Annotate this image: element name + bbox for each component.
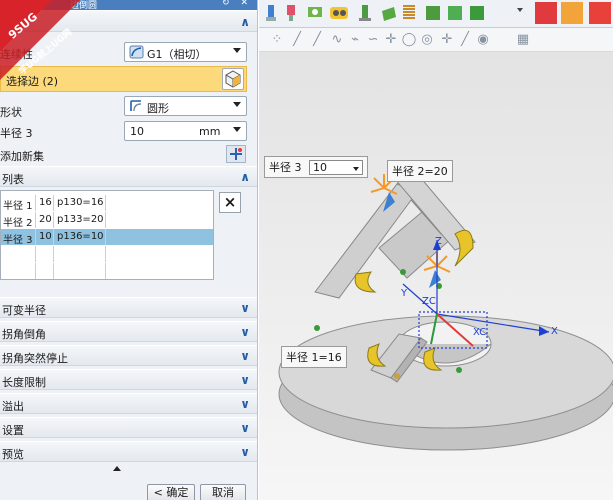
boss-tool-icon[interactable] xyxy=(305,3,325,23)
axis-label-z: Z xyxy=(435,236,442,247)
slash-icon[interactable]: ╱ xyxy=(457,32,473,48)
circular-shape-icon xyxy=(130,100,142,112)
bolt-tool-icon[interactable] xyxy=(281,3,301,23)
axis-label-y: Y xyxy=(401,288,408,299)
line-icon[interactable]: ╱ xyxy=(289,32,305,48)
dialog-window-icons[interactable]: ↻ ✕ xyxy=(222,0,252,8)
chevron-down-icon: ∨ xyxy=(240,349,250,363)
snap-toolbar: ⁘ ╱ ╱ ∿ ⌁ ∽ ✛ ◯ ◎ ✛ ╱ ◉ ▦ xyxy=(259,28,613,52)
body-tool-icon[interactable] xyxy=(467,3,487,23)
curve-icon[interactable]: ∿ xyxy=(329,32,345,48)
collapse-more-arrow-icon[interactable] xyxy=(113,466,121,471)
radius3-callout[interactable]: 半径 3 10 xyxy=(264,156,368,178)
list-item-empty xyxy=(1,246,213,262)
axis-label-zc: ZC xyxy=(422,296,436,307)
extrude-tool-icon[interactable] xyxy=(379,3,399,23)
add-new-set-label: 添加新集 xyxy=(0,150,44,163)
cancel-button[interactable]: 取消 xyxy=(200,484,246,500)
section-stop-short[interactable]: 拐角突然停止 ∨ xyxy=(0,345,257,366)
pocket-tool-icon[interactable] xyxy=(329,3,349,23)
section-length-limit[interactable]: 长度限制 ∨ xyxy=(0,369,257,390)
orange-color-swatch[interactable] xyxy=(561,2,583,24)
chevron-down-icon: ∨ xyxy=(240,445,250,459)
grid-icon[interactable]: ▦ xyxy=(515,32,531,48)
target-icon[interactable]: ◉ xyxy=(475,32,491,48)
chevron-down-icon: ∨ xyxy=(240,397,250,411)
radius-list[interactable]: 半径 1 16 p130=16 半径 2 20 p133=20 半径 3 10 … xyxy=(0,190,214,280)
chevron-up-icon: ∧ xyxy=(240,170,250,184)
dropdown-arrow-icon xyxy=(233,127,241,132)
axis-label-x: X xyxy=(551,326,558,337)
chevron-down-icon: ∨ xyxy=(240,301,250,315)
main-toolbar xyxy=(259,0,613,28)
section-variable-radius[interactable]: 可变半径 ∨ xyxy=(0,297,257,318)
spring-tool-icon[interactable] xyxy=(399,3,419,23)
select-edge-cube-button[interactable] xyxy=(222,68,244,90)
radius3-callout-input[interactable]: 10 xyxy=(309,160,363,175)
shape-dropdown[interactable]: 圆形 xyxy=(124,96,247,116)
list-section-header[interactable]: 列表 ∧ xyxy=(0,166,257,187)
chevron-down-icon: ∨ xyxy=(240,421,250,435)
solid-tool-icon[interactable] xyxy=(423,3,443,23)
shape-label: 形状 xyxy=(0,106,22,119)
model-view xyxy=(278,163,613,451)
red-color-swatch-2[interactable] xyxy=(589,2,611,24)
radius3-input[interactable]: 10 mm xyxy=(124,121,247,141)
delete-radius-button[interactable]: × xyxy=(219,192,241,213)
radius3-value: 10 xyxy=(130,125,144,138)
line-icon-2[interactable]: ╱ xyxy=(309,32,325,48)
chevron-up-icon: ∧ xyxy=(240,15,250,29)
ok-button[interactable]: < 确定 > xyxy=(147,484,195,500)
cross-icon[interactable]: ✛ xyxy=(439,32,455,48)
section-preview[interactable]: 预览 ∨ xyxy=(0,441,257,462)
section-corner-setback[interactable]: 拐角倒角 ∨ xyxy=(0,321,257,342)
cube-icon xyxy=(225,70,241,88)
dropdown-arrow-icon xyxy=(233,102,241,107)
spline-icon[interactable]: ∽ xyxy=(365,32,381,48)
sheet-tool-icon[interactable] xyxy=(445,3,465,23)
pin-tool-icon[interactable] xyxy=(261,3,281,23)
radius2-callout[interactable]: 半径 2=20 xyxy=(387,160,453,182)
circle-icon[interactable]: ◯ xyxy=(401,32,417,48)
red-color-swatch[interactable] xyxy=(535,2,557,24)
add-set-icon xyxy=(230,148,242,160)
list-item[interactable]: 半径 1 16 p130=16 xyxy=(1,195,213,212)
list-item[interactable]: 半径 2 20 p133=20 xyxy=(1,212,213,229)
list-section-label: 列表 xyxy=(2,173,24,186)
sug-watermark-logo: 9SUG 学UG就上UG网 xyxy=(0,0,80,80)
edge-blend-dialog: 边倒圆 ↻ ✕ ∧ 连续性 G1（相切） 选择边 (2) 形状 圆形 xyxy=(0,0,258,500)
list-item-empty xyxy=(1,263,213,279)
tangent-icon xyxy=(129,45,144,59)
list-item-selected[interactable]: 半径 3 10 p136=10 xyxy=(1,229,213,246)
add-new-set-button[interactable] xyxy=(226,145,246,163)
intersect-icon[interactable]: ✛ xyxy=(383,32,399,48)
radius1-callout[interactable]: 半径 1=16 xyxy=(281,346,347,368)
graphics-viewport[interactable]: Z ZC XC X Y 半径 3 10 半径 2=20 半径 1=16 xyxy=(259,52,613,500)
shape-value: 圆形 xyxy=(147,102,169,115)
dropdown-arrow-icon xyxy=(353,167,359,171)
radius3-label: 半径 3 xyxy=(0,127,33,140)
dropdown-arrow-icon xyxy=(233,48,241,53)
continuity-value: G1（相切） xyxy=(147,48,207,61)
chevron-down-icon: ∨ xyxy=(240,325,250,339)
section-settings[interactable]: 设置 ∨ xyxy=(0,417,257,438)
thread-tool-icon[interactable] xyxy=(355,3,375,23)
section-overflow[interactable]: 溢出 ∨ xyxy=(0,393,257,414)
close-icon: × xyxy=(223,193,237,211)
radius3-callout-label: 半径 3 xyxy=(269,161,302,174)
radius3-unit: mm xyxy=(199,125,221,138)
circle-center-icon[interactable]: ◎ xyxy=(419,32,435,48)
snap-point-icon[interactable]: ⁘ xyxy=(269,32,285,48)
offset-icon[interactable]: ⌁ xyxy=(347,32,363,48)
axis-label-xc: XC xyxy=(473,327,487,338)
toolbar-dropdown-arrow-icon[interactable] xyxy=(517,8,523,12)
continuity-dropdown[interactable]: G1（相切） xyxy=(124,42,247,62)
chevron-down-icon: ∨ xyxy=(240,373,250,387)
